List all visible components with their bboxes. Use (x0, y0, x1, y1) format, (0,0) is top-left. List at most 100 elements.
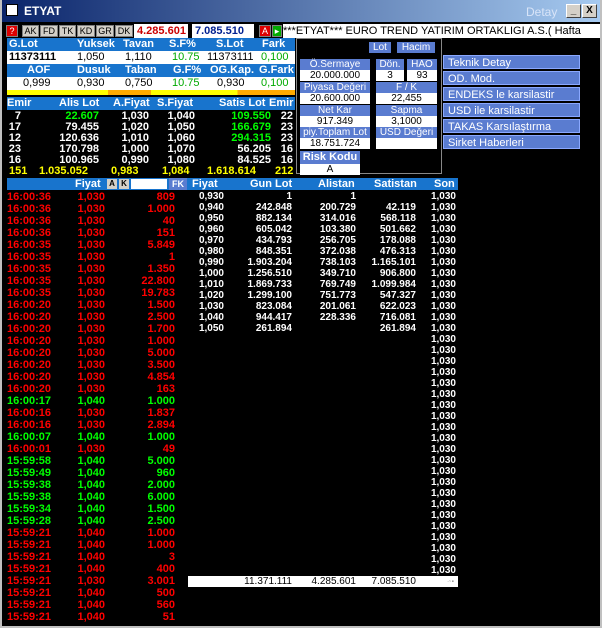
trade-cell: 1,040 (77, 479, 105, 491)
title-bar[interactable]: ETYAT Detay _ X (2, 0, 600, 22)
menu-endeks[interactable]: ENDEKS le karsilastir (443, 87, 580, 101)
trade-row[interactable]: 16:00:20 1,030 2.500 (7, 311, 188, 323)
a-sort-button[interactable]: A (107, 179, 117, 189)
trade-cell: 1,030 (77, 299, 105, 311)
trade-cell: 1.500 (147, 299, 175, 311)
summary-header-1: G.Lot Yuksek Tavan S.F% S.Lot Fark (7, 38, 295, 51)
minimize-button[interactable]: _ (566, 4, 581, 18)
trade-row[interactable]: 16:00:16 1,030 2.894 (7, 419, 188, 431)
trade-row[interactable]: 15:59:21 1,040 1.000 (7, 527, 188, 539)
trade-row[interactable]: 16:00:20 1,030 1.500 (7, 299, 188, 311)
trade-row[interactable]: 16:00:36 1,030 809 (7, 191, 188, 203)
trade-row[interactable]: 16:00:35 1,030 1.350 (7, 263, 188, 275)
son-cell: 1,030 (430, 499, 456, 510)
trade-row[interactable]: 16:00:35 1,030 19.783 (7, 287, 188, 299)
son-cell: 1,030 (430, 532, 456, 543)
trade-row[interactable]: 15:59:38 1,040 2.000 (7, 479, 188, 491)
dk-button[interactable]: DK (115, 25, 133, 37)
trade-cell: 16:00:16 (7, 419, 52, 431)
menu-teknik-detay[interactable]: Teknik Detay (443, 55, 580, 69)
trade-cell: 1,030 (77, 323, 105, 335)
trade-row[interactable]: 16:00:20 1,030 4.854 (7, 371, 188, 383)
trade-cell: 1,040 (77, 467, 105, 479)
trade-cell: 1.000 (147, 395, 175, 407)
gr-button[interactable]: GR (96, 25, 114, 37)
arrow-right-icon[interactable]: ▸ (272, 25, 282, 37)
trade-row[interactable]: 15:59:49 1,040 960 (7, 467, 188, 479)
trade-row[interactable]: 15:59:58 1,040 5.000 (7, 455, 188, 467)
usd-value (376, 138, 437, 149)
depth-cell: 434.793 (255, 235, 292, 246)
close-button[interactable]: X (582, 4, 597, 18)
son-cell: 1,030 (430, 543, 456, 554)
trade-row[interactable]: 16:00:17 1,040 1.000 (7, 395, 188, 407)
trade-row[interactable]: 15:59:34 1,040 1.500 (7, 503, 188, 515)
summary-row-2: 0,999 0,930 0,750 10.75 0,930 0,100 (7, 77, 295, 90)
trade-row[interactable]: 16:00:20 1,030 163 (7, 383, 188, 395)
trade-cell: 3.500 (147, 359, 175, 371)
trade-row[interactable]: 16:00:01 1,030 49 (7, 443, 188, 455)
trade-row[interactable]: 16:00:36 1,030 151 (7, 227, 188, 239)
depth-cell: 568.118 (380, 213, 416, 224)
k-sort-button[interactable]: K (119, 179, 129, 189)
trade-row[interactable]: 15:59:21 1,040 3 (7, 551, 188, 563)
netkar-label: Net Kar (300, 105, 370, 116)
trade-cell: 1,030 (77, 347, 105, 359)
a-button[interactable]: A (259, 25, 271, 37)
trade-cell: 1.700 (147, 323, 175, 335)
hacim-button[interactable]: Hacim (397, 42, 435, 53)
trade-cell: 16:00:16 (7, 407, 52, 419)
emir-sell-header: Emir (269, 97, 294, 109)
trade-cell: 1,040 (77, 611, 105, 623)
trade-row[interactable]: 16:00:16 1,030 1.837 (7, 407, 188, 419)
trades-filter-input[interactable] (131, 179, 167, 189)
trade-row[interactable]: 15:59:28 1,040 2.500 (7, 515, 188, 527)
trade-cell: 1,030 (77, 287, 105, 299)
kd-button[interactable]: KD (77, 25, 95, 37)
trade-cell: 1,040 (77, 455, 105, 467)
trade-row[interactable]: 16:00:36 1,030 40 (7, 215, 188, 227)
trade-row[interactable]: 16:00:36 1,030 1.000 (7, 203, 188, 215)
son-cell: 1,030 (430, 323, 456, 334)
fd-button[interactable]: FD (40, 25, 58, 37)
depth-cell: 178.088 (379, 235, 416, 246)
trade-row[interactable]: 16:00:20 1,030 5.000 (7, 347, 188, 359)
sf-value: 10.75 (172, 51, 200, 63)
risk-value: A (300, 164, 360, 175)
trade-cell: 15:59:21 (7, 599, 52, 611)
trade-row[interactable]: 15:59:21 1,040 1.000 (7, 539, 188, 551)
trade-row[interactable]: 16:00:35 1,030 5.849 (7, 239, 188, 251)
help-button[interactable]: ? (6, 25, 18, 37)
trade-row[interactable]: 16:00:35 1,030 22.800 (7, 275, 188, 287)
trade-cell: 1,030 (77, 407, 105, 419)
trade-cell: 1,040 (77, 491, 105, 503)
depth-cell: 349.710 (319, 268, 356, 279)
ak-button[interactable]: AK (22, 25, 39, 37)
son-cell: 1,030 (430, 356, 456, 367)
trade-cell: 1,040 (77, 527, 105, 539)
trade-cell: 15:59:21 (7, 575, 52, 587)
trade-row[interactable]: 16:00:20 1,030 1.700 (7, 323, 188, 335)
a-fiyat-header: A.Fiyat (113, 97, 150, 109)
trade-row[interactable]: 16:00:35 1,030 1 (7, 251, 188, 263)
trade-row[interactable]: 15:59:21 1,040 51 (7, 611, 188, 623)
trade-row[interactable]: 15:59:21 1,030 3.001 (7, 575, 188, 587)
menu-usd[interactable]: USD ile karsilastir (443, 103, 580, 117)
fk-button[interactable]: FK (169, 178, 187, 190)
menu-od-mod[interactable]: OD. Mod. (443, 71, 580, 85)
trade-row[interactable]: 16:00:20 1,030 1.000 (7, 335, 188, 347)
trade-row[interactable]: 15:59:38 1,040 6.000 (7, 491, 188, 503)
trade-row[interactable]: 15:59:21 1,040 400 (7, 563, 188, 575)
trade-row[interactable]: 15:59:21 1,040 560 (7, 599, 188, 611)
trades-list[interactable]: Fiyat A K FK 16:00:36 1,030 809 16:00:36 1,0… (7, 178, 188, 624)
depth-fiyat-header[interactable]: Fiyat (192, 178, 218, 190)
tk-button[interactable]: TK (59, 25, 76, 37)
trade-cell: 1.350 (147, 263, 175, 275)
trade-row[interactable]: 15:59:21 1,040 500 (7, 587, 188, 599)
trade-row[interactable]: 16:00:07 1,040 1.000 (7, 431, 188, 443)
menu-takas[interactable]: TAKAS Karsılaştırma (443, 119, 580, 133)
trade-row[interactable]: 16:00:20 1,030 3.500 (7, 359, 188, 371)
lot-button[interactable]: Lot (369, 42, 391, 53)
menu-sirket-haberleri[interactable]: Sirket Haberleri (443, 135, 580, 149)
son-cell: 1,030 (430, 444, 456, 455)
